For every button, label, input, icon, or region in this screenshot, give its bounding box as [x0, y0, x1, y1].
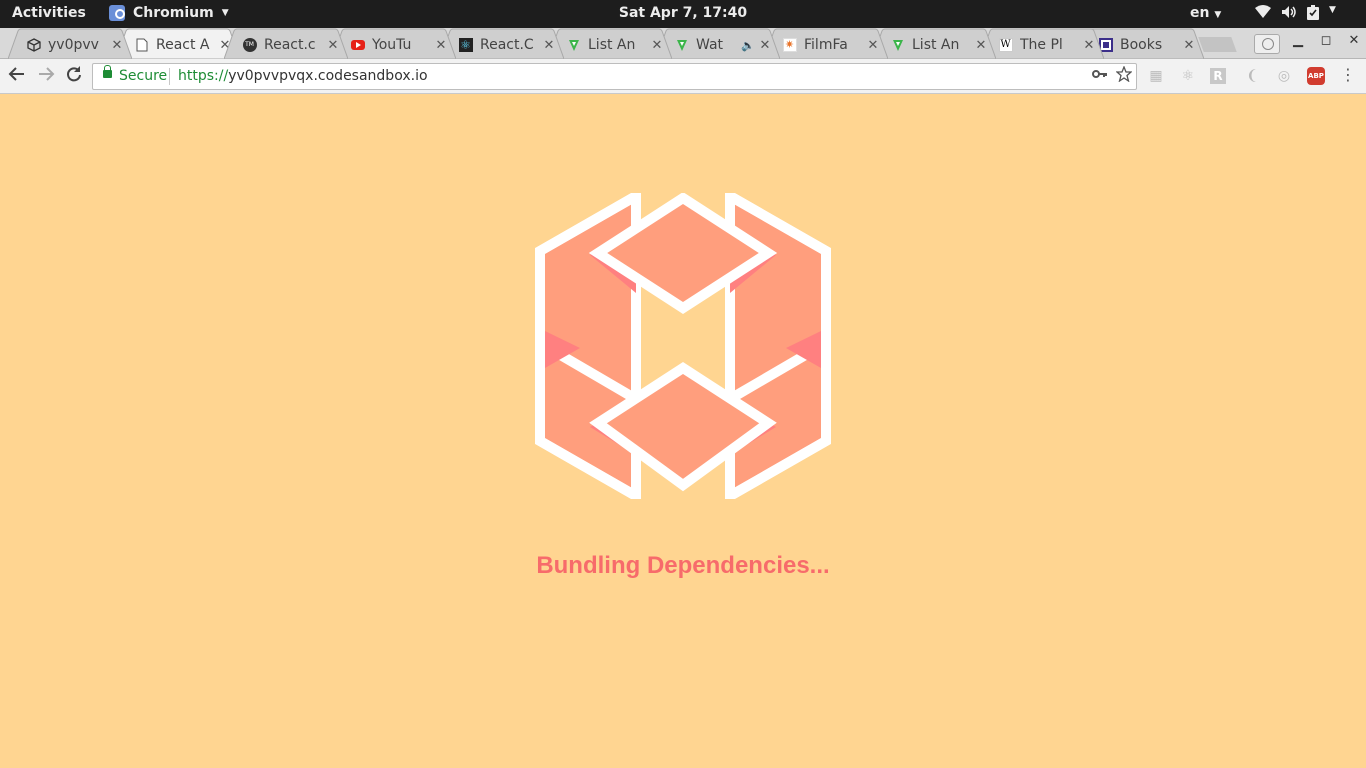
extension-target-icon[interactable]: ◎: [1274, 66, 1294, 86]
close-tab-icon[interactable]: ✕: [326, 38, 340, 53]
menu-icon[interactable]: ⋮: [1340, 65, 1356, 84]
new-tab-button[interactable]: [1198, 37, 1237, 52]
activities-button[interactable]: Activities: [12, 5, 86, 21]
tab-5[interactable]: ⚛ React.C ✕: [440, 28, 564, 59]
tab-title: Books: [1120, 37, 1163, 53]
language-label: en: [1190, 5, 1210, 21]
close-window-button[interactable]: ✕: [1340, 33, 1366, 48]
star-icon[interactable]: [1115, 65, 1133, 86]
close-tab-icon[interactable]: ✕: [434, 38, 448, 53]
browser-toolbar: Secure https://yv0pvvpvqx.codesandbox.io…: [0, 59, 1366, 94]
filmfare-icon: ✷: [782, 38, 797, 53]
tab-title: Wat: [696, 37, 724, 53]
battery-icon: [1307, 5, 1319, 24]
extension-swirl-icon[interactable]: ❨: [1242, 66, 1262, 86]
app-name: Chromium: [133, 5, 214, 21]
omnibox-actions: [1092, 65, 1133, 86]
tab-3[interactable]: TM React.c ✕: [224, 28, 348, 59]
extension-redux-icon[interactable]: ▦: [1146, 66, 1166, 86]
tm-icon: TM: [242, 38, 257, 53]
tab-title: yv0pvv: [48, 37, 99, 53]
tab-4[interactable]: YouTu ✕: [332, 28, 456, 59]
loading-status-text: Bundling Dependencies...: [536, 552, 830, 579]
adblock-icon[interactable]: ABP: [1307, 67, 1325, 85]
extension-react-icon[interactable]: ⚛: [1178, 66, 1198, 86]
close-tab-icon[interactable]: ✕: [974, 38, 988, 53]
close-tab-icon[interactable]: ✕: [542, 38, 556, 53]
profile-button[interactable]: [1254, 34, 1280, 54]
react-icon: ⚛: [458, 38, 473, 52]
extension-r-icon[interactable]: R: [1210, 68, 1226, 84]
app-menu[interactable]: Chromium ▼: [109, 5, 229, 21]
tab-title: YouTu: [372, 37, 412, 53]
close-tab-icon[interactable]: ✕: [866, 38, 880, 53]
arrow-left-icon: [8, 67, 24, 81]
forward-button[interactable]: [35, 65, 57, 87]
speaker-icon[interactable]: 🔈: [741, 39, 755, 52]
url-scheme: https://: [178, 68, 229, 84]
close-tab-icon[interactable]: ✕: [650, 38, 664, 53]
reload-icon: [67, 66, 81, 82]
tab-title: React.c: [264, 37, 316, 53]
divider: [169, 68, 170, 85]
tv-icon: [890, 38, 905, 53]
tab-title: List An: [912, 37, 960, 53]
address-bar[interactable]: Secure https://yv0pvvpvqx.codesandbox.io: [92, 63, 1137, 90]
secure-label[interactable]: Secure: [119, 68, 167, 84]
tab-9[interactable]: List An ✕: [872, 28, 996, 59]
tab-10[interactable]: W The Pl ✕: [980, 28, 1104, 59]
minimize-button[interactable]: ▁: [1284, 33, 1312, 48]
url-host: yv0pvvpvqx.codesandbox.io: [228, 68, 428, 84]
chevron-down-icon: ▼: [221, 8, 229, 18]
key-icon[interactable]: [1092, 66, 1108, 86]
close-tab-icon[interactable]: ✕: [110, 38, 124, 53]
tab-title: List An: [588, 37, 636, 53]
codesandbox-icon: [26, 38, 41, 53]
volume-icon: [1281, 5, 1297, 24]
tab-title: FilmFa: [804, 37, 848, 53]
tab-6[interactable]: List An ✕: [548, 28, 672, 59]
lock-icon[interactable]: [103, 65, 112, 78]
page-content: Bundling Dependencies...: [0, 95, 1366, 768]
chromium-app-icon: [109, 5, 125, 21]
wifi-icon: [1255, 5, 1271, 24]
tab-2[interactable]: React A ✕: [116, 28, 240, 59]
url-text[interactable]: https://yv0pvvpvqx.codesandbox.io: [178, 68, 428, 84]
tab-title: React.C: [480, 37, 534, 53]
arrow-right-icon: [39, 67, 55, 81]
chevron-down-icon: ▼: [1329, 5, 1336, 15]
reload-button[interactable]: [63, 65, 85, 87]
language-indicator[interactable]: en ▼: [1190, 5, 1221, 21]
tv-icon: [566, 38, 581, 53]
tab-7[interactable]: Wat 🔈 ✕: [656, 28, 780, 59]
chevron-down-icon: ▼: [1214, 10, 1222, 20]
system-top-bar: Activities Chromium ▼ Sat Apr 7, 17:40 e…: [0, 0, 1366, 28]
youtube-icon: [350, 38, 365, 53]
close-tab-icon[interactable]: ✕: [758, 38, 772, 53]
maximize-button[interactable]: ◻: [1312, 33, 1340, 48]
close-tab-icon[interactable]: ✕: [1082, 38, 1096, 53]
close-tab-icon[interactable]: ✕: [1182, 38, 1196, 53]
tab-8[interactable]: ✷ FilmFa ✕: [764, 28, 888, 59]
codesandbox-loader-logo: [535, 193, 831, 499]
tab-title: The Pl: [1020, 37, 1063, 53]
window-controls: ▁ ◻ ✕: [1284, 33, 1366, 48]
system-menu[interactable]: ▼: [1255, 5, 1336, 24]
back-button[interactable]: [6, 65, 28, 87]
tab-title: React A: [156, 37, 210, 53]
page-icon: [134, 38, 149, 53]
wikipedia-icon: W: [998, 38, 1013, 52]
tab-1[interactable]: yv0pvv ✕: [8, 28, 132, 59]
tv-icon: [674, 38, 689, 53]
